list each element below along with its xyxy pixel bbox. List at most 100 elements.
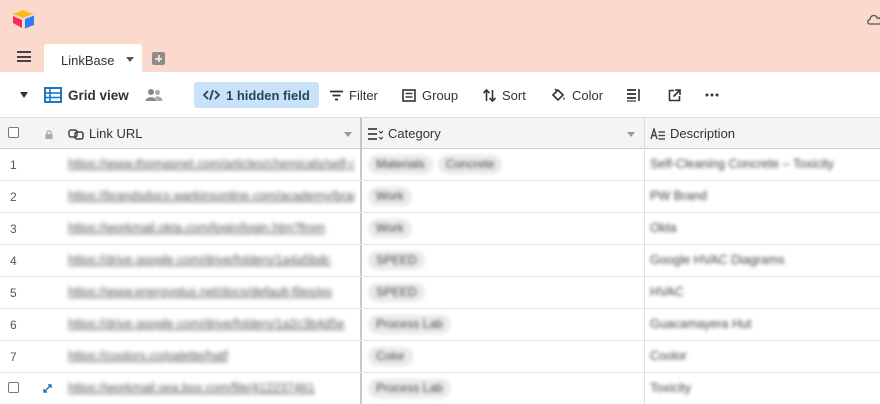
group-button[interactable]: Group — [402, 82, 458, 108]
table-tabs-bar: LinkBase — [0, 40, 880, 72]
category-tag: Process Lab — [368, 315, 451, 334]
category-tag: Work — [368, 219, 412, 238]
link-url-cell[interactable]: https://brandsdocs.warkinsonline.com/aca… — [68, 189, 354, 203]
view-toolbar: Grid view 1 hidden field Filter Group So… — [0, 72, 880, 118]
paint-bucket-icon — [551, 88, 565, 102]
sort-icon — [483, 88, 496, 102]
category-cell[interactable]: Process Lab — [368, 315, 456, 334]
link-url-cell[interactable]: https://coolors.co/palette/hatf — [68, 349, 354, 363]
color-button[interactable]: Color — [551, 82, 603, 108]
sort-button[interactable]: Sort — [483, 82, 526, 108]
row-number: 7 — [10, 350, 17, 364]
long-text-icon — [650, 127, 665, 140]
lock-icon — [45, 130, 53, 139]
description-cell[interactable]: Okta — [650, 221, 676, 235]
category-cell[interactable]: Work — [368, 187, 417, 206]
category-tag: Concrete — [437, 155, 503, 174]
category-cell[interactable]: Work — [368, 219, 417, 238]
column-label: Category — [388, 126, 441, 141]
app-header — [0, 0, 880, 40]
row-height-button[interactable] — [627, 82, 647, 108]
collaborators-button[interactable] — [145, 82, 169, 108]
grid-view-icon — [44, 87, 62, 103]
row-checkbox[interactable] — [8, 382, 19, 393]
category-cell[interactable]: SPEED — [368, 251, 430, 270]
filter-button[interactable]: Filter — [330, 82, 378, 108]
column-label: Link URL — [89, 126, 143, 141]
chevron-down-icon[interactable] — [126, 57, 134, 62]
tab-label: LinkBase — [61, 53, 115, 68]
table-row[interactable]: 1 https://www.thomasnet.com/articles/che… — [0, 149, 880, 181]
table-row[interactable]: 7 https://coolors.co/palette/hatf Color … — [0, 341, 880, 373]
code-icon — [203, 89, 220, 101]
category-tag: Work — [368, 187, 412, 206]
filter-label: Filter — [349, 87, 378, 103]
link-url-cell[interactable]: https://www.energyplus.net/docs/default-… — [68, 285, 354, 299]
table-row[interactable]: 3 https://workmail.okta.com/login/login.… — [0, 213, 880, 245]
view-name: Grid view — [68, 87, 129, 103]
row-number: 1 — [10, 158, 17, 172]
link-url-cell[interactable]: https://www.thomasnet.com/articles/chemi… — [68, 157, 354, 171]
add-table-icon[interactable] — [152, 52, 165, 65]
group-label: Group — [422, 87, 459, 103]
table-row[interactable]: 5 https://www.energyplus.net/docs/defaul… — [0, 277, 880, 309]
more-horizontal-icon — [705, 93, 719, 97]
description-cell[interactable]: Toxicity — [650, 381, 691, 395]
description-cell[interactable]: Self-Cleaning Concrete – Toxicity — [650, 157, 834, 171]
row-number: 4 — [10, 254, 17, 268]
category-tag: SPEED — [368, 251, 425, 270]
link-url-cell[interactable]: https://workmail.okta.com/login/login.ht… — [68, 221, 354, 235]
description-cell[interactable]: Google HVAC Diagrams — [650, 253, 785, 267]
color-label: Color — [572, 87, 604, 103]
description-cell[interactable]: Coolor — [650, 349, 687, 363]
external-link-icon — [668, 88, 681, 101]
column-header-link-url[interactable]: Link URL — [68, 118, 142, 149]
description-cell[interactable]: Guacamayera Hut — [650, 317, 751, 331]
group-icon — [402, 88, 416, 102]
column-header-category[interactable]: Category — [367, 118, 441, 149]
sort-label: Sort — [502, 87, 526, 103]
more-options-button[interactable] — [705, 82, 725, 108]
description-cell[interactable]: PW Brand — [650, 189, 707, 203]
row-number: 3 — [10, 222, 17, 236]
category-tag: Color — [368, 347, 413, 366]
table-row[interactable]: 6 https://drive.google.com/drive/folders… — [0, 309, 880, 341]
table-row[interactable]: 2 https://brandsdocs.warkinsonline.com/a… — [0, 181, 880, 213]
category-cell[interactable]: Color — [368, 347, 418, 366]
description-cell[interactable]: HVAC — [650, 285, 684, 299]
row-number: 6 — [10, 318, 17, 332]
airtable-logo-icon[interactable] — [12, 9, 36, 29]
filter-icon — [330, 90, 343, 100]
records-grid: Link URL Category Description 1 https://… — [0, 118, 880, 404]
category-tag: Process Lab — [368, 379, 451, 398]
table-row[interactable]: 4 https://drive.google.com/drive/folders… — [0, 245, 880, 277]
row-height-icon — [627, 89, 640, 102]
link-field-icon — [68, 128, 84, 140]
column-label: Description — [670, 126, 736, 141]
category-tag: Materials — [368, 155, 433, 174]
category-tag: SPEED — [368, 283, 425, 302]
link-url-cell[interactable]: https://drive.google.com/drive/folders/1… — [68, 317, 354, 331]
share-view-button[interactable] — [668, 82, 687, 108]
category-cell[interactable]: SPEED — [368, 283, 430, 302]
row-number: 5 — [10, 286, 17, 300]
cloud-icon[interactable] — [866, 12, 880, 26]
multiple-select-icon — [368, 127, 383, 140]
column-menu-chevron-icon[interactable] — [627, 132, 635, 137]
link-url-cell[interactable]: https://drive.google.com/drive/folders/1… — [68, 253, 354, 267]
people-icon — [145, 89, 163, 101]
table-row[interactable]: https://workmail.sea.box.com/file/412237… — [0, 373, 880, 404]
views-sidebar-toggle-icon[interactable] — [20, 92, 28, 98]
column-header-description[interactable]: Description — [650, 118, 735, 149]
menu-icon[interactable] — [17, 51, 31, 62]
column-menu-chevron-icon[interactable] — [344, 132, 352, 137]
category-cell[interactable]: Materials Concrete — [368, 155, 507, 174]
row-number: 2 — [10, 190, 17, 204]
category-cell[interactable]: Process Lab — [368, 379, 456, 398]
tab-linkbase[interactable]: LinkBase — [44, 44, 142, 72]
view-switcher[interactable]: Grid view — [44, 82, 129, 108]
hidden-fields-button[interactable]: 1 hidden field — [194, 82, 319, 108]
select-all-checkbox[interactable] — [8, 127, 19, 138]
link-url-cell[interactable]: https://workmail.sea.box.com/file/412237… — [68, 381, 354, 395]
expand-record-icon[interactable] — [43, 384, 52, 393]
